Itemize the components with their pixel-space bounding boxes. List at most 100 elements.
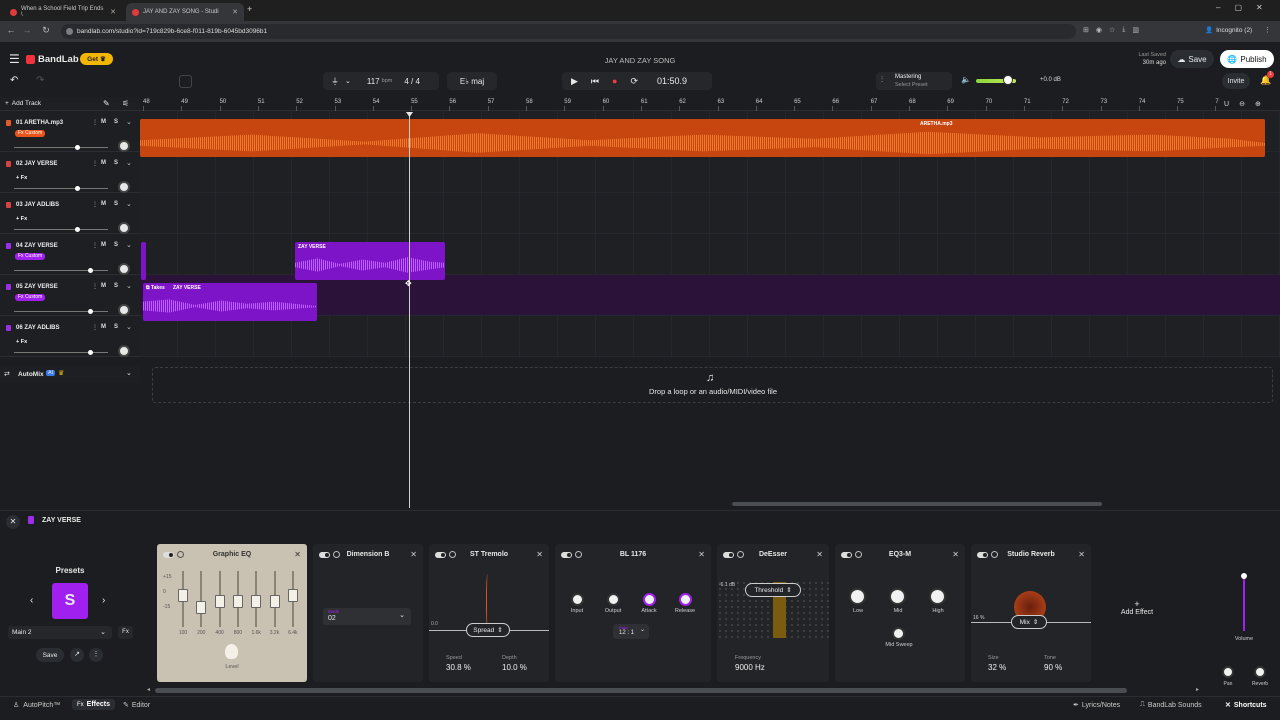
close-icon[interactable]: ✕ [536, 550, 543, 559]
fx-badge[interactable]: Fx Custom [15, 294, 46, 301]
track-header[interactable]: 02 JAY VERSE ⋮ M S ⌄ + Fx [0, 152, 140, 193]
solo-button[interactable]: S [114, 201, 118, 207]
tab-sounds[interactable]: ⎍ BandLab Sounds [1140, 701, 1202, 709]
chevron-right-icon[interactable]: › [102, 595, 105, 606]
new-tab-icon[interactable]: + [247, 4, 252, 14]
add-effect-button[interactable]: + Add Effect [1105, 599, 1169, 616]
track-volume-slider[interactable] [14, 147, 108, 148]
mute-button[interactable]: M [101, 160, 106, 166]
chevron-down-icon[interactable]: ⌄ [126, 241, 132, 249]
mix-button[interactable]: Mix ⇕ [1011, 615, 1047, 629]
tab-lyrics[interactable]: ✒ Lyrics/Notes [1073, 701, 1120, 710]
pan-knob[interactable] [118, 222, 130, 234]
track-lane[interactable] [140, 193, 1280, 234]
track-header[interactable]: 06 ZAY ADLIBS ⋮ M S ⌄ + Fx [0, 316, 140, 357]
metronome-icon[interactable]: ⏚ [331, 76, 339, 87]
track-volume-slider[interactable] [14, 270, 108, 271]
chevron-down-icon[interactable]: ⌄ [126, 323, 132, 331]
mode-select[interactable]: Mode 02 ⌄ [323, 608, 411, 625]
track-volume-thumb[interactable] [75, 145, 80, 150]
mute-button[interactable]: M [101, 242, 106, 248]
chevron-down-icon[interactable]: ⌄ [126, 159, 132, 167]
track-volume-thumb[interactable] [88, 350, 93, 355]
back-icon[interactable]: ← [4, 25, 18, 35]
mute-button[interactable]: M [101, 201, 106, 207]
solo-button[interactable]: S [114, 283, 118, 289]
forward-icon[interactable]: → [20, 25, 34, 35]
audio-clip[interactable]: ARETHA.mp3 [140, 119, 1265, 157]
eq-band-fader[interactable] [251, 595, 262, 608]
mute-button[interactable]: M [101, 119, 106, 125]
track-header[interactable]: 05 ZAY VERSE ⋮ M S ⌄ Fx Custom [0, 275, 140, 316]
mute-button[interactable]: M [101, 283, 106, 289]
tab-shortcuts[interactable]: ✕ Shortcuts [1225, 701, 1267, 710]
effects-scrollbar[interactable] [155, 688, 1127, 693]
fx-badge[interactable]: Fx Custom [15, 130, 46, 137]
close-icon[interactable]: ✕ [294, 550, 301, 559]
audio-clip[interactable] [141, 242, 146, 280]
preset-save-button[interactable]: Save [36, 648, 64, 662]
takes-clip[interactable]: ⧉ Takes ZAY VERSE [143, 283, 317, 321]
url-field[interactable]: bandlab.com/studio?id=719c829b-6ce8-f011… [61, 24, 1076, 39]
preset-thumbnail[interactable]: S [52, 583, 88, 619]
close-icon[interactable]: ✕ [952, 550, 959, 559]
level-knob[interactable] [225, 644, 238, 659]
track-name[interactable]: 05 ZAY VERSE [16, 284, 58, 290]
redo-icon[interactable]: ↷ [36, 75, 44, 86]
eye-off-icon[interactable]: ◉ [1096, 26, 1102, 34]
track-header[interactable]: 03 JAY ADLIBS ⋮ M S ⌄ + Fx [0, 193, 140, 234]
timeline-scrollbar[interactable] [732, 502, 1102, 506]
pencil-icon[interactable]: ✎ [103, 99, 110, 108]
bandlab-logo[interactable]: BandLab [26, 54, 79, 65]
solo-button[interactable]: S [114, 324, 118, 330]
download-icon[interactable]: ⤓ [1122, 26, 1125, 34]
tab-editor[interactable]: ✎ Editor [123, 701, 150, 710]
more-icon[interactable]: ⋮ [92, 324, 98, 331]
publish-button[interactable]: 🌐 Publish [1220, 50, 1274, 68]
magnet-icon[interactable]: U [1224, 101, 1229, 108]
add-fx-button[interactable]: + Fx [16, 339, 27, 345]
more-icon[interactable]: ⋮ [89, 648, 103, 662]
close-icon[interactable]: ✕ [6, 515, 20, 529]
knob-release[interactable] [679, 593, 692, 606]
more-icon[interactable]: ⋮ [92, 283, 98, 290]
close-icon[interactable]: ✕ [1078, 550, 1085, 559]
pan-knob[interactable] [118, 140, 130, 152]
track-volume-thumb[interactable] [75, 227, 80, 232]
zoom-in-icon[interactable]: ⊕ [1255, 100, 1261, 108]
track-volume-thumb[interactable] [88, 268, 93, 273]
window-controls[interactable]: –▢✕ [1216, 3, 1277, 12]
track-name[interactable]: 03 JAY ADLIBS [16, 202, 59, 208]
close-icon[interactable]: ✕ [816, 550, 823, 559]
tab-effects[interactable]: Fx Effects [72, 699, 116, 710]
hamburger-icon[interactable]: ☰ [9, 52, 20, 66]
volume-thumb[interactable] [1241, 573, 1247, 579]
install-icon[interactable]: ⊞ [1083, 26, 1089, 34]
speaker-icon[interactable]: 🔈 [961, 75, 971, 84]
track-volume-slider[interactable] [14, 352, 108, 353]
threshold-button[interactable]: Threshold ⇕ [745, 583, 801, 597]
invite-button[interactable]: Invite [1222, 73, 1250, 89]
knob-input[interactable] [571, 593, 584, 606]
star-icon[interactable]: ☆ [1109, 26, 1115, 34]
get-membership-button[interactable]: Get ♛ [80, 53, 113, 65]
spread-button[interactable]: Spread ⇕ [466, 623, 510, 637]
track-name[interactable]: 01 ARETHA.mp3 [16, 120, 63, 126]
knob-mid[interactable] [889, 588, 906, 605]
chevron-left-icon[interactable]: ‹ [30, 595, 33, 606]
volume-fader[interactable] [1243, 575, 1245, 631]
track-volume-slider[interactable] [14, 229, 108, 230]
pan-knob[interactable] [1222, 666, 1234, 678]
site-info-icon[interactable] [66, 28, 73, 35]
key-selector[interactable]: E♭ maj [447, 72, 497, 90]
preset-select[interactable]: Main 2 ⌄ [8, 626, 112, 639]
eq-band-fader[interactable] [178, 589, 188, 602]
track-lane[interactable] [140, 316, 1280, 357]
mid-sweep-knob[interactable] [892, 627, 905, 640]
play-icon[interactable]: ▶ [571, 76, 578, 87]
solo-button[interactable]: S [114, 119, 118, 125]
add-fx-button[interactable]: + Fx [16, 175, 27, 181]
track-volume-thumb[interactable] [88, 309, 93, 314]
eq-band-fader[interactable] [269, 595, 280, 608]
close-icon[interactable]: ✕ [410, 550, 417, 559]
